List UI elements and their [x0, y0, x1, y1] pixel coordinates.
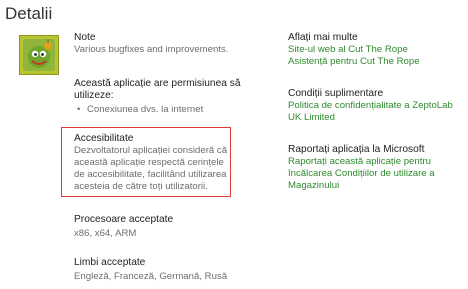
bullet-icon: • — [77, 104, 81, 115]
processors-heading: Procesoare acceptate — [74, 214, 174, 225]
page-title: Detalii — [5, 4, 53, 23]
report-app-link[interactable]: Raportați această aplicație pentru încăl… — [288, 156, 466, 192]
learn-more-heading: Aflați mai multe — [288, 32, 358, 43]
support-link[interactable]: Asistență pentru Cut The Rope — [288, 56, 420, 68]
languages-text: Engleză, Franceză, Germană, Rusă — [74, 271, 228, 282]
notes-text: Various bugfixes and improvements. — [74, 44, 229, 55]
cut-the-rope-icon — [19, 35, 59, 75]
terms-heading: Condiții suplimentare — [288, 88, 384, 99]
report-section: Raportați aplicația la Microsoft Raporta… — [288, 144, 466, 192]
report-heading: Raportați aplicația la Microsoft — [288, 144, 425, 155]
terms-section: Condiții suplimentare Politica de confid… — [288, 88, 466, 124]
website-link[interactable]: Site-ul web al Cut The Rope — [288, 44, 420, 56]
languages-heading: Limbi acceptate — [74, 257, 146, 268]
learn-more-section: Aflați mai multe Site-ul web al Cut The … — [288, 32, 420, 68]
languages-section: Limbi acceptate Engleză, Franceză, Germa… — [74, 257, 227, 283]
permissions-heading: Această aplicație are permisiunea să uti… — [74, 78, 241, 101]
notes-heading: Note — [74, 32, 96, 43]
processors-text: x86, x64, ARM — [74, 228, 137, 239]
privacy-policy-link[interactable]: Politica de confidențialitate a ZeptoLab… — [288, 100, 466, 124]
permission-item: • Conexiunea dvs. la internet — [74, 104, 264, 116]
accessibility-highlight — [61, 127, 231, 197]
notes-section: Note Various bugfixes and improvements. — [74, 32, 228, 56]
processors-section: Procesoare acceptate x86, x64, ARM — [74, 214, 173, 240]
permission-item-label: Conexiunea dvs. la internet — [87, 104, 204, 115]
permissions-section: Această aplicație are permisiunea să uti… — [74, 78, 264, 116]
